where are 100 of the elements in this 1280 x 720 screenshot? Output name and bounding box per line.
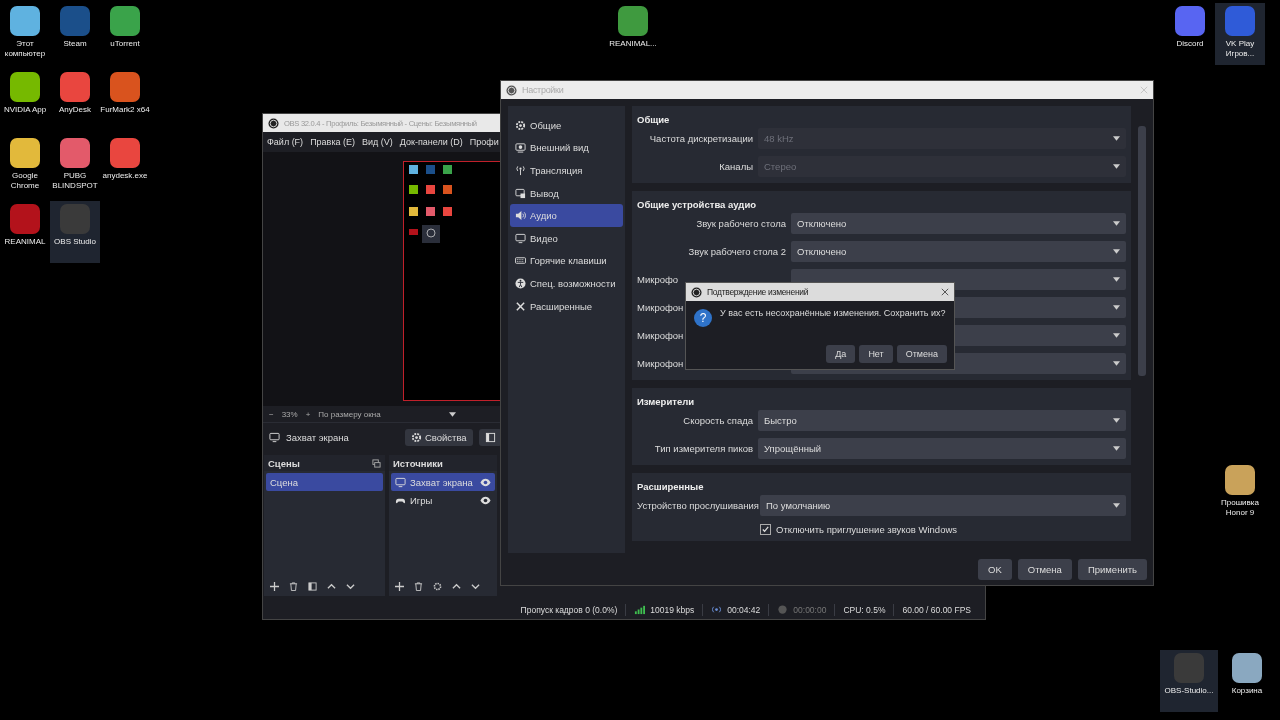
eye-icon[interactable]	[480, 476, 491, 488]
nav-item[interactable]: Аудио	[510, 204, 623, 227]
desktop-shortcut[interactable]: PUBG BLINDSPOT	[50, 135, 100, 197]
nav-item[interactable]: Спец. возможности	[510, 272, 623, 295]
move-down-icon[interactable]	[471, 581, 480, 591]
move-down-icon[interactable]	[346, 581, 355, 591]
filter-icon[interactable]	[308, 581, 317, 591]
nav-item[interactable]: Трансляция	[510, 159, 623, 182]
caret-icon	[1113, 418, 1120, 423]
desktop-shortcut[interactable]: Прошивка Honor 9	[1215, 462, 1265, 524]
dialog-button[interactable]: Отмена	[1017, 558, 1072, 580]
menu-item[interactable]: Профи	[469, 137, 499, 147]
caret-icon	[448, 411, 456, 417]
caret-icon	[1113, 221, 1120, 226]
close-icon[interactable]	[941, 288, 949, 296]
source-name: Захват экрана	[286, 431, 349, 443]
menu-item[interactable]: Правка (E)	[310, 137, 356, 147]
app-icon	[110, 72, 140, 102]
nav-item[interactable]: Видео	[510, 226, 623, 250]
nav-item[interactable]: Общие	[510, 114, 623, 137]
dropped-frames-text: Пропуск кадров 0 (0.0%)	[520, 604, 618, 615]
dropdown[interactable]: Быстро	[758, 410, 1126, 431]
app-icon	[110, 138, 140, 168]
desktop-shortcut[interactable]: anydesk.exe	[100, 135, 150, 197]
app-icon	[10, 204, 40, 234]
app-icon	[1225, 465, 1255, 495]
monitor-icon	[269, 431, 280, 443]
dropdown[interactable]: Упрощённый	[758, 438, 1126, 459]
broadcast-icon	[711, 604, 723, 615]
desktop-shortcut[interactable]: OBS-Studio...	[1160, 650, 1218, 712]
dialog-message: У вас есть несохранённые изменения. Сохранить их?	[720, 308, 946, 318]
zoom-in-button[interactable]: +	[305, 409, 311, 419]
field-label: Микрофо	[637, 274, 680, 285]
obs-logo-icon	[268, 117, 279, 129]
move-up-icon[interactable]	[452, 581, 461, 591]
trash-icon[interactable]	[414, 581, 423, 591]
menu-item[interactable]: Файл (F)	[267, 137, 304, 147]
keyboard-icon	[515, 255, 526, 267]
desktop-shortcut[interactable]: uTorrent	[100, 3, 150, 65]
dialog-button[interactable]: Нет	[859, 345, 893, 363]
source-item[interactable]: Захват экрана	[391, 473, 495, 491]
dropdown[interactable]: Отключено	[791, 241, 1126, 262]
add-icon[interactable]	[395, 581, 404, 591]
app-icon	[60, 72, 90, 102]
filters-button[interactable]	[478, 428, 502, 446]
source-item[interactable]: Игры	[391, 491, 495, 509]
menu-item[interactable]: Док-панели (D)	[399, 137, 463, 147]
field-label: Звук рабочего стола 2	[687, 246, 786, 257]
antenna-icon	[515, 165, 526, 176]
nav-item[interactable]: Горячие клавиши	[510, 249, 623, 273]
gear-icon	[515, 119, 526, 131]
dialog-button[interactable]: Да	[826, 345, 856, 363]
accessibility-icon	[515, 277, 526, 289]
menu-item[interactable]: Вид (V)	[362, 137, 393, 147]
dialog-button[interactable]: OK	[978, 558, 1012, 580]
app-icon	[10, 138, 40, 168]
question-icon: ?	[694, 309, 712, 327]
checkbox-row[interactable]: Отключить приглушение звуков Windows	[760, 523, 1126, 535]
trash-icon[interactable]	[289, 581, 298, 591]
desktop-shortcut[interactable]: Google Chrome	[0, 135, 50, 197]
dialog-button[interactable]: Отмена	[896, 345, 947, 363]
filter-icon	[484, 431, 496, 443]
eye-icon[interactable]	[480, 494, 491, 506]
caret-icon	[1113, 503, 1120, 508]
undock-icon[interactable]	[372, 458, 381, 468]
caret-icon	[1113, 361, 1120, 366]
zoom-mode-dropdown[interactable]: По размеру окна	[318, 409, 381, 419]
nav-item[interactable]: Расширенные	[510, 294, 623, 318]
desktop-shortcut[interactable]: AnyDesk	[50, 69, 100, 131]
desktop-shortcut[interactable]: VK Play Игров...	[1215, 3, 1265, 65]
desktop-shortcut[interactable]: Корзина	[1218, 650, 1276, 712]
desktop-shortcut[interactable]: Steam	[50, 3, 100, 65]
desktop-shortcut[interactable]: REANIMAL...	[608, 3, 658, 65]
tools-icon	[515, 300, 526, 312]
move-up-icon[interactable]	[327, 581, 336, 591]
desktop-shortcut[interactable]: FurMark2 x64	[100, 69, 150, 131]
gear-icon[interactable]	[433, 581, 442, 591]
record-time: 00:00:00	[793, 604, 827, 615]
desktop-shortcut[interactable]: NVIDIA App	[0, 69, 50, 131]
desktop-shortcut[interactable]: REANIMAL	[0, 201, 50, 263]
window-title: Настройки	[522, 85, 564, 95]
field-label: Микрофон	[637, 358, 685, 369]
scene-item[interactable]: Сцена	[266, 473, 383, 491]
nav-item[interactable]: Вывод	[510, 181, 623, 205]
properties-button[interactable]: Свойства	[404, 428, 473, 446]
app-icon	[10, 72, 40, 102]
cpu-usage: CPU: 0.5%	[843, 604, 886, 615]
monitor-icon	[395, 476, 406, 488]
zoom-out-button[interactable]: −	[269, 409, 274, 419]
desktop-shortcut[interactable]: Discord	[1165, 3, 1215, 65]
dropdown[interactable]: По умолчанию	[760, 495, 1126, 516]
add-icon[interactable]	[270, 581, 279, 591]
nav-item[interactable]: Внешний вид	[510, 136, 623, 160]
dropdown[interactable]: Отключено	[791, 213, 1126, 234]
checkbox[interactable]	[760, 523, 771, 535]
desktop-shortcut[interactable]: Этот компьютер	[0, 3, 50, 65]
dialog-button[interactable]: Применить	[1077, 558, 1147, 580]
desktop-shortcut[interactable]: OBS Studio	[50, 201, 100, 263]
monitor-icon	[515, 232, 526, 244]
group-title: Расширенные	[637, 479, 705, 494]
